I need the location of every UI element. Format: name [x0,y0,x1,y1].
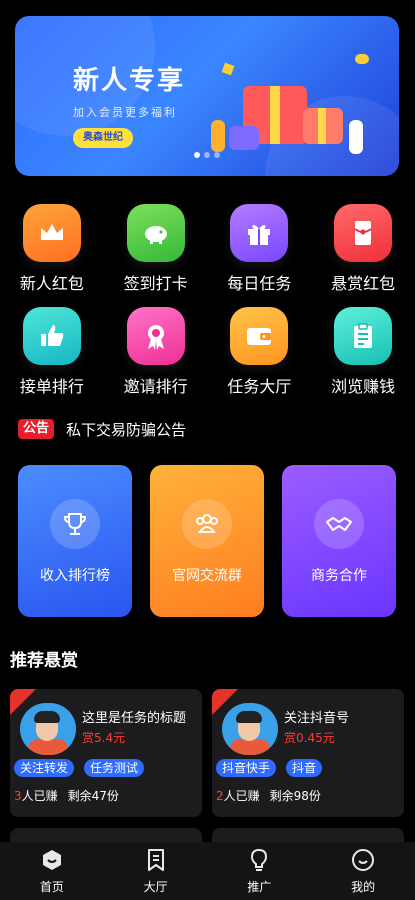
income-ranking-card[interactable]: 收入排行榜 [18,465,132,617]
task-card[interactable]: 这里是任务的标题 赏5.4元 关注转发 任务测试 3人已赚 剩余47份 [10,689,202,817]
task-reward: 赏5.4元 [82,731,126,745]
official-group-card[interactable]: 官网交流群 [150,465,264,617]
bookmark-icon [147,849,164,871]
grid-item-browse-earn[interactable]: 浏览赚钱 [311,303,415,406]
task-remaining: 剩余47份 [67,789,119,803]
nav-item-hall[interactable]: 大厅 [104,842,208,900]
feature-grid: 新人红包 签到打卡 每日任务 悬赏红包 接单排行 邀请排行 任务大厅 浏览赚钱 [0,200,415,406]
task-done-suffix: 人已赚 [21,789,58,803]
grid-item-task-hall[interactable]: 任务大厅 [208,303,312,406]
task-avatar [20,703,76,755]
crown-icon [22,204,81,262]
grid-item-label: 浏览赚钱 [331,377,396,396]
group-icon [182,499,232,549]
feature-cards: 收入排行榜 官网交流群 商务合作 [18,465,396,617]
grid-item-label: 悬赏红包 [331,274,396,293]
task-meta: 2人已赚 剩余98份 [216,787,321,804]
grid-item-daily-tasks[interactable]: 每日任务 [208,200,312,303]
grid-item-label: 邀请排行 [123,377,188,396]
grid-item-invite-ranking[interactable]: 邀请排行 [104,303,208,406]
announcement-text[interactable]: 私下交易防骗公告 [66,419,186,440]
task-avatar [222,703,278,755]
wallet-icon [230,307,289,365]
trophy-icon [50,499,100,549]
task-tags: 关注转发 任务测试 [14,759,154,777]
card-label: 官网交流群 [172,568,242,584]
task-done-count: 2 [216,789,224,803]
grid-item-label: 签到打卡 [123,274,188,293]
nav-label: 首页 [39,880,64,894]
lightbulb-icon [251,848,268,871]
nav-item-mine[interactable]: 我的 [311,842,415,900]
grid-item-label: 每日任务 [227,274,292,293]
handshake-icon [314,499,364,549]
task-remaining: 剩余98份 [269,789,321,803]
banner-title: 新人专享 [73,66,186,96]
coin-icon [221,62,235,76]
nav-item-home[interactable]: 首页 [0,842,104,900]
smiley-icon [352,849,375,871]
task-meta: 3人已赚 剩余47份 [14,787,119,804]
grid-item-label: 任务大厅 [227,377,292,396]
grid-item-bounty-redpacket[interactable]: 悬赏红包 [311,200,415,303]
nav-label: 我的 [351,880,376,894]
business-cooperation-card[interactable]: 商务合作 [282,465,396,617]
red-envelope-icon [334,204,393,262]
task-tag: 任务测试 [84,759,145,777]
banner-subtitle: 加入会员更多福利 [73,106,177,119]
announcement-badge: 公告 [18,419,55,439]
gift-box-icon [230,204,289,262]
grid-item-label: 新人红包 [19,274,84,293]
nav-label: 大厅 [143,880,168,894]
task-card[interactable]: 关注抖音号 赏0.45元 抖音快手 抖音 2人已赚 剩余98份 [212,689,404,817]
task-tag: 抖音快手 [216,759,277,777]
coin-icon [355,54,369,64]
gift-illustration [303,108,343,144]
task-tag: 抖音 [286,759,323,777]
carousel-dot[interactable] [214,152,220,158]
announcement-bar[interactable]: 公告 私下交易防骗公告 [18,418,186,440]
grid-item-checkin[interactable]: 签到打卡 [104,200,208,303]
nav-label: 推广 [247,880,272,894]
carousel-indicator [15,143,399,162]
nav-item-promote[interactable]: 推广 [208,842,312,900]
task-done-count: 3 [14,789,22,803]
grid-item-order-ranking[interactable]: 接单排行 [0,303,104,406]
carousel-dot[interactable] [194,152,200,158]
home-icon [42,850,61,870]
section-title: 推荐悬赏 [10,651,78,671]
task-title: 这里是任务的标题 [82,711,187,726]
task-title: 关注抖音号 [284,711,350,726]
task-reward: 赏0.45元 [284,731,335,745]
award-ribbon-icon [126,307,185,365]
clipboard-icon [334,307,393,365]
grid-item-new-user-redpacket[interactable]: 新人红包 [0,200,104,303]
promo-banner[interactable]: 新人专享 加入会员更多福利 奥森世纪 [15,16,399,176]
thumbs-up-icon [22,307,81,365]
bottom-nav: 首页 大厅 推广 我的 [0,842,415,900]
piggy-bank-icon [126,204,185,262]
task-tag: 关注转发 [14,759,75,777]
card-label: 收入排行榜 [40,568,110,584]
task-tags: 抖音快手 抖音 [216,759,332,777]
task-done-suffix: 人已赚 [223,789,260,803]
grid-item-label: 接单排行 [19,377,84,396]
card-label: 商务合作 [311,568,367,584]
carousel-dot[interactable] [204,152,210,158]
